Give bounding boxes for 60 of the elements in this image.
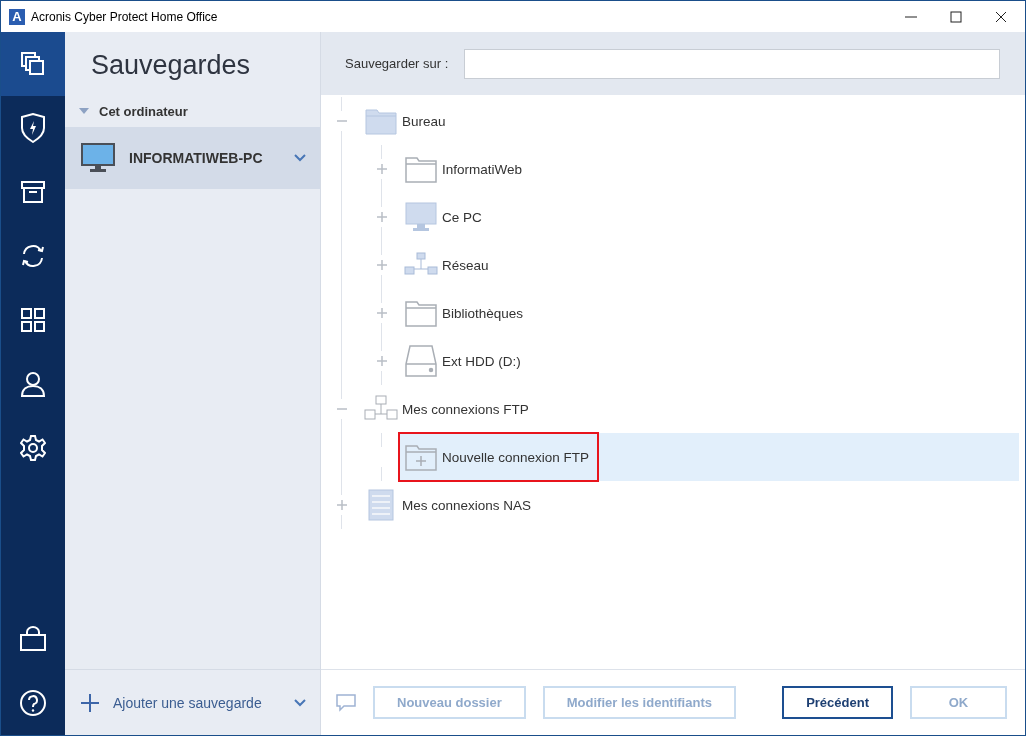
- settings-icon: [20, 435, 46, 461]
- person-icon: [20, 371, 46, 397]
- tree-label: Ext HDD (D:): [442, 353, 521, 369]
- tree-label: Nouvelle connexion FTP: [442, 449, 590, 465]
- chevron-down-icon[interactable]: [294, 698, 306, 707]
- maximize-icon[interactable]: [950, 10, 962, 23]
- window-title: Acronis Cyber Protect Home Office: [31, 9, 218, 24]
- expand-icon[interactable]: [377, 308, 387, 318]
- tree-label: Ce PC: [442, 209, 482, 225]
- add-backup-button[interactable]: Ajouter une sauvegarde: [81, 693, 294, 712]
- tree-item[interactable]: Mes connexions NAS: [360, 481, 1019, 529]
- nav-item[interactable]: [1, 32, 65, 96]
- plus-icon: [81, 693, 99, 712]
- tree-item[interactable]: InformatiWeb: [400, 145, 1019, 193]
- hard-drive-icon: [405, 345, 437, 377]
- tree-label: Réseau: [442, 257, 489, 273]
- folder-plus-icon: [405, 443, 437, 471]
- tree-item[interactable]: Ce PC: [400, 193, 1019, 241]
- app-logo: A: [9, 8, 25, 25]
- tree-item[interactable]: Bureau: [360, 97, 1019, 145]
- comment-icon[interactable]: [336, 693, 356, 712]
- sync-icon: [19, 243, 47, 269]
- close-icon[interactable]: [995, 10, 1007, 23]
- stacked-squares-icon: [20, 51, 46, 77]
- expand-icon[interactable]: [377, 356, 387, 366]
- sidebar-title: Sauvegardes: [90, 49, 252, 82]
- tree-label: Mes connexions FTP: [402, 401, 529, 417]
- help-icon: [19, 689, 47, 717]
- tree-item[interactable]: Nouvelle connexion FTP: [400, 433, 1019, 481]
- expand-icon[interactable]: [337, 500, 347, 510]
- backup-item[interactable]: INFORMATIWEB-PC: [65, 127, 320, 189]
- tree-label: InformatiWeb: [442, 161, 523, 177]
- shield-icon: [20, 113, 46, 143]
- folder-icon: [405, 155, 437, 183]
- tree-item[interactable]: Mes connexions FTP: [360, 385, 1019, 433]
- tree-item[interactable]: Bibliothèques: [400, 289, 1019, 337]
- caret-icon[interactable]: [79, 108, 89, 114]
- grid-icon: [20, 307, 46, 333]
- destination-field[interactable]: [464, 48, 1000, 79]
- destination-label: Sauvegarder sur :: [345, 56, 449, 71]
- tree-item[interactable]: Réseau: [400, 241, 1019, 289]
- expand-icon[interactable]: [377, 260, 387, 270]
- archive-box-icon: [21, 180, 45, 204]
- network-icon: [404, 252, 438, 278]
- monitor-icon: [405, 202, 437, 232]
- folder-network-icon: [364, 395, 398, 423]
- server-icon: [368, 489, 394, 521]
- tree-label: Bureau: [402, 113, 446, 129]
- shopping-bag-icon: [19, 626, 47, 652]
- folder-icon: [405, 299, 437, 327]
- tree-label: Bibliothèques: [442, 305, 524, 321]
- folder-icon: [365, 107, 397, 135]
- footer-button[interactable]: Précédent: [782, 686, 893, 719]
- tree-label: Mes connexions NAS: [402, 497, 532, 513]
- expand-icon[interactable]: [377, 212, 387, 222]
- expand-icon[interactable]: [377, 164, 387, 174]
- group-label: Cet ordinateur: [99, 103, 188, 119]
- tree-item[interactable]: Ext HDD (D:): [400, 337, 1019, 385]
- chevron-down-icon[interactable]: [294, 154, 306, 162]
- monitor-icon: [81, 143, 115, 173]
